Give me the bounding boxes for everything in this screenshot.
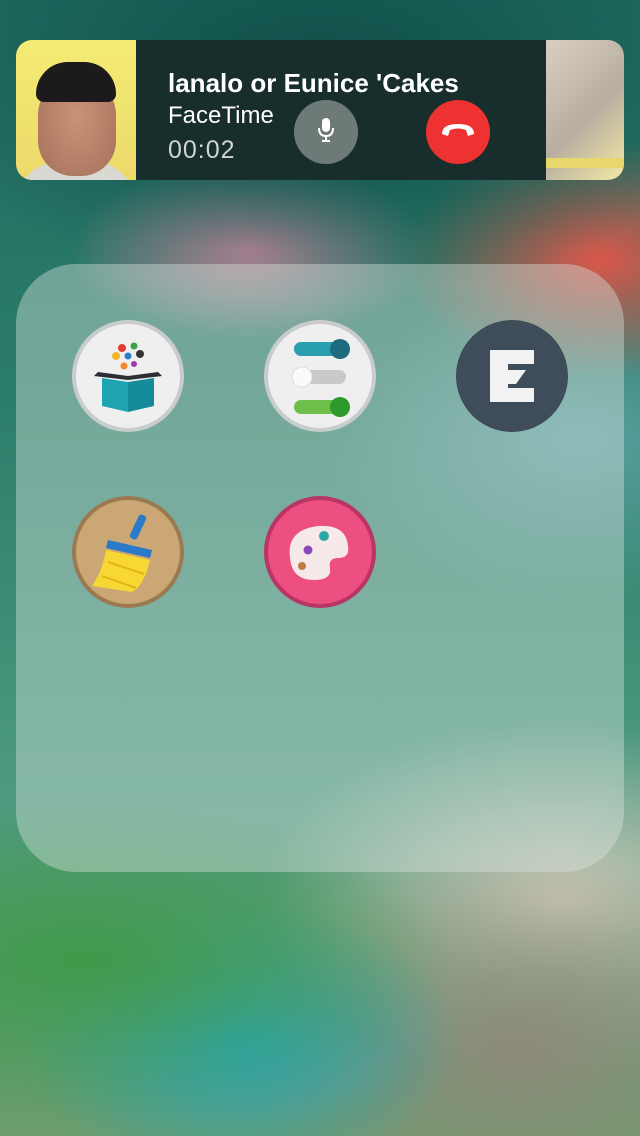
- phone-hangup-icon: [438, 120, 478, 145]
- open-box-app-icon[interactable]: [72, 320, 184, 432]
- facetime-call-banner[interactable]: lanalo or Eunice 'Cakes FaceTime 00:02: [16, 40, 624, 180]
- call-duration: 00:02: [168, 136, 236, 164]
- caller-name: lanalo or Eunice 'Cakes: [168, 68, 459, 98]
- app-folder: [16, 264, 624, 872]
- end-call-button[interactable]: [426, 100, 490, 164]
- microphone-icon: [316, 116, 336, 149]
- caller-video-thumbnail: [16, 40, 136, 180]
- mute-button[interactable]: [294, 100, 358, 164]
- e-letter-app-icon[interactable]: [456, 320, 568, 432]
- broom-cleaner-app-icon[interactable]: [72, 496, 184, 608]
- paint-palette-app-icon[interactable]: [264, 496, 376, 608]
- call-app-name: FaceTime: [168, 102, 274, 129]
- toggle-switches-app-icon[interactable]: [264, 320, 376, 432]
- remote-video-thumbnail: [546, 40, 624, 180]
